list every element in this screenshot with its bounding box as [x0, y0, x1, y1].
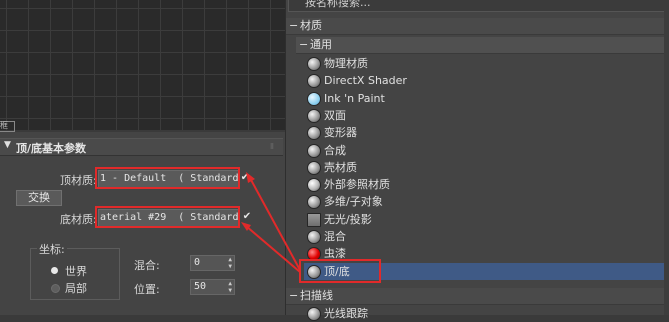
callout-arrows [241, 172, 301, 273]
arrow-line-top [249, 177, 301, 271]
arrowhead-top-icon [246, 172, 255, 183]
arrow-line-bottom [245, 225, 301, 273]
